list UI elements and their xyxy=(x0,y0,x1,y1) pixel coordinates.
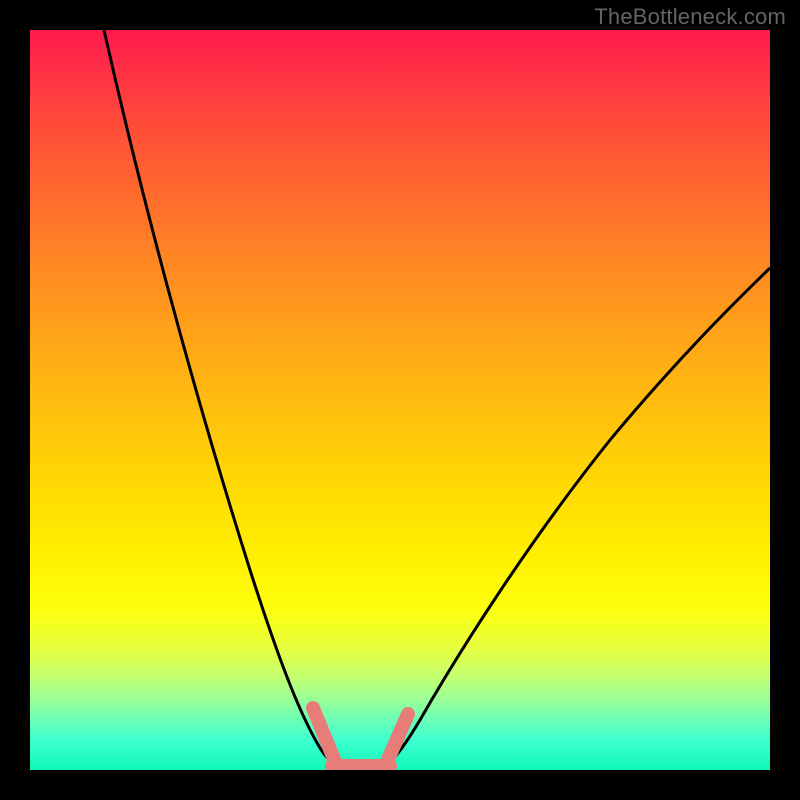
marker-right-tip xyxy=(386,714,408,764)
chart-frame: TheBottleneck.com xyxy=(0,0,800,800)
plot-area xyxy=(30,30,770,770)
watermark-text: TheBottleneck.com xyxy=(594,4,786,30)
curve-right-branch xyxy=(385,268,770,765)
curve-left-branch xyxy=(104,30,336,765)
bottleneck-curve xyxy=(30,30,770,770)
